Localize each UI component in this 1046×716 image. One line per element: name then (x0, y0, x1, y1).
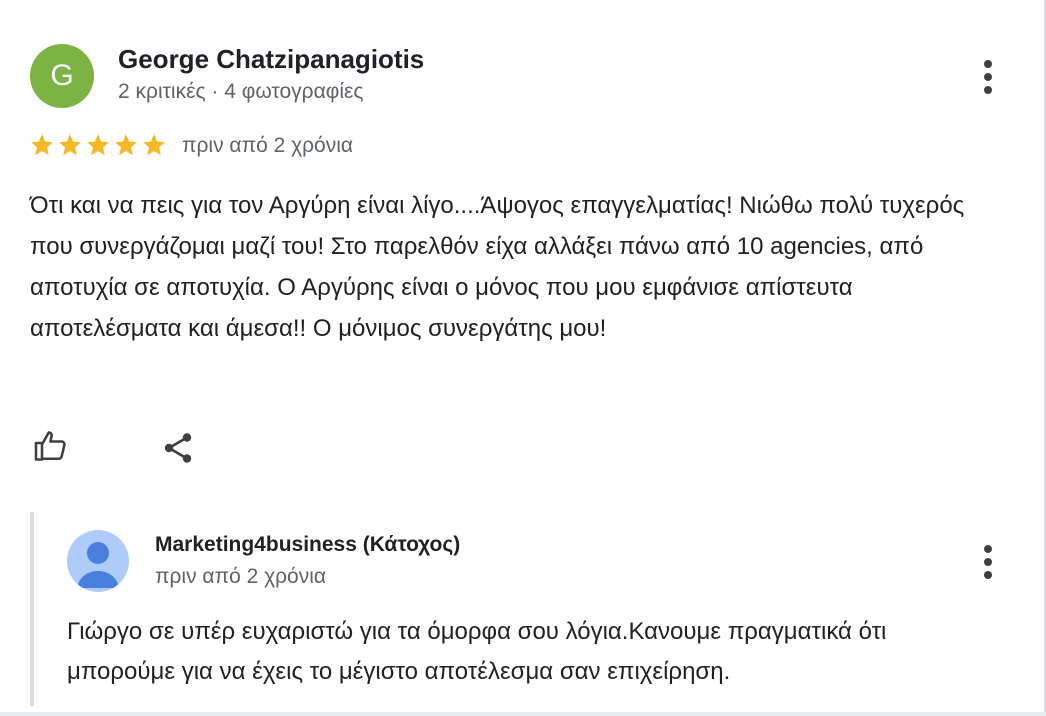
reviewer-name[interactable]: George Chatzipanagiotis (118, 44, 424, 75)
bottom-border (0, 712, 1046, 716)
star-icon (85, 132, 111, 158)
reply-text: Γιώργο σε υπέρ ευχαριστώ για τα όμορφα σ… (67, 618, 887, 685)
star-rating (29, 132, 167, 158)
star-icon (29, 132, 55, 158)
reply-divider (30, 512, 34, 706)
review-more-icon[interactable] (984, 60, 992, 99)
owner-avatar (67, 530, 129, 592)
owner-name[interactable]: Marketing4business (Κάτοχος) (155, 533, 460, 557)
reviewer-avatar[interactable]: G (30, 44, 94, 108)
star-icon (113, 132, 139, 158)
star-icon (141, 132, 167, 158)
star-icon (57, 132, 83, 158)
reply-more-icon[interactable] (984, 545, 992, 584)
person-icon (77, 542, 119, 588)
thumb-up-icon[interactable] (33, 428, 69, 464)
share-icon[interactable] (160, 430, 196, 466)
review-time: πριν από 2 χρόνια (182, 134, 354, 157)
reply-time: πριν από 2 χρόνια (155, 565, 327, 588)
review-text: Ότι και να πεις για τον Αργύρη είναι λίγ… (30, 192, 965, 342)
reviewer-meta: 2 κριτικές · 4 φωτογραφίες (118, 80, 364, 103)
